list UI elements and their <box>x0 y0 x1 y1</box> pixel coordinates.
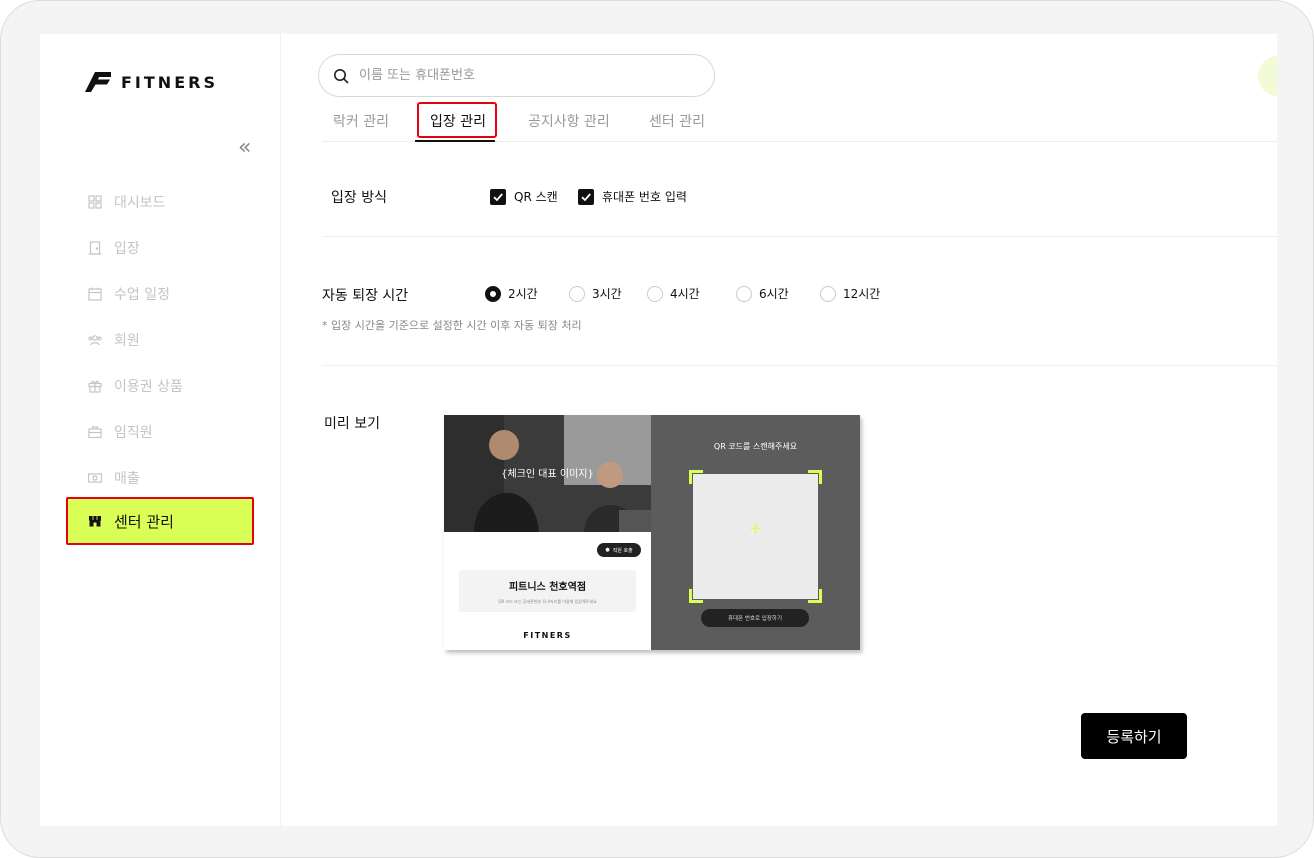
store-icon <box>89 516 101 527</box>
radio-unselected-icon <box>820 285 836 302</box>
sidebar-item-label: 수업 일정 <box>114 287 170 303</box>
phone-number-checkbox[interactable]: 휴대폰 번호 입력 <box>578 188 687 205</box>
radio-unselected-icon <box>647 285 663 302</box>
frame-corner <box>808 470 822 484</box>
sidebar-item-membership-products[interactable]: 이용권 상품 <box>88 376 183 396</box>
device-frame: FITNERS « 대시보드 입장 수업 일정 회원 이용권 상품 임직원 매출… <box>0 0 1314 858</box>
app-screen: FITNERS « 대시보드 입장 수업 일정 회원 이용권 상품 임직원 매출… <box>40 34 1277 826</box>
bell-icon: ● <box>605 547 610 553</box>
sidebar-item-label: 매출 <box>114 471 140 487</box>
fitners-logo-icon <box>85 72 111 92</box>
center-instruction: QR 코드 또는 휴대폰번호 뒤 4자리를 이용해 입장해주세요 <box>498 599 597 604</box>
preview-right-panel: QR 코드를 스캔해주세요 + 휴대폰 번호로 입장하기 <box>651 415 860 650</box>
crosshair-icon: + <box>747 518 764 539</box>
frame-corner <box>689 589 703 603</box>
briefcase-icon <box>88 426 102 439</box>
checkbox-label: QR 스캔 <box>514 190 558 204</box>
center-info-card: 피트니스 천호역점 QR 코드 또는 휴대폰번호 뒤 4자리를 이용해 입장해주… <box>459 570 636 612</box>
tab-label: 센터 관리 <box>649 114 705 130</box>
members-icon <box>88 335 102 346</box>
dashboard-icon <box>88 195 102 209</box>
money-icon <box>88 473 102 483</box>
frame-corner <box>689 470 703 484</box>
preview-photo-label: {체크인 대표 이미지} <box>501 469 594 480</box>
preview-photo: {체크인 대표 이미지} <box>444 415 651 532</box>
radio-label: 6시간 <box>759 287 789 301</box>
tab-label: 공지사항 관리 <box>528 114 610 130</box>
user-avatar[interactable] <box>1258 56 1277 96</box>
sidebar-item-label: 임직원 <box>114 425 153 441</box>
tab-notice-management[interactable]: 공지사항 관리 <box>528 100 610 142</box>
qr-scan-frame: + <box>689 470 822 603</box>
radio-selected-icon <box>485 285 501 302</box>
door-icon <box>88 241 102 255</box>
radio-4-hours[interactable]: 4시간 <box>647 285 700 302</box>
sidebar-item-staff[interactable]: 임직원 <box>88 422 153 442</box>
radio-label: 4시간 <box>670 287 700 301</box>
auto-exit-note: * 입장 시간을 기준으로 설정한 시간 이후 자동 퇴장 처리 <box>322 319 582 332</box>
radio-unselected-icon <box>569 285 585 302</box>
tab-active-underline <box>415 140 495 142</box>
sidebar: FITNERS « 대시보드 입장 수업 일정 회원 이용권 상품 임직원 매출… <box>40 34 281 826</box>
section-divider <box>322 365 1277 366</box>
tab-bar: 락커 관리 입장 관리 공지사항 관리 센터 관리 <box>322 100 1277 142</box>
collapse-sidebar-icon[interactable]: « <box>238 137 251 159</box>
search-bar[interactable] <box>318 54 715 97</box>
search-icon <box>334 68 349 84</box>
entry-method-label: 입장 방식 <box>331 190 387 206</box>
calendar-icon <box>88 287 102 301</box>
frame-corner <box>808 589 822 603</box>
sidebar-item-sales[interactable]: 매출 <box>88 468 140 488</box>
preview-left-panel: {체크인 대표 이미지} ● 직원 호출 피트니스 천호역점 QR 코드 또는 … <box>444 415 651 650</box>
center-name: 피트니스 천호역점 <box>508 582 587 593</box>
sidebar-item-label: 이용권 상품 <box>114 379 183 395</box>
preview-label: 미리 보기 <box>324 416 380 432</box>
sidebar-item-label: 대시보드 <box>114 195 166 211</box>
sidebar-item-label: 센터 관리 <box>114 512 174 531</box>
auto-exit-label: 자동 퇴장 시간 <box>322 288 409 304</box>
sidebar-item-class-schedule[interactable]: 수업 일정 <box>88 284 170 304</box>
radio-2-hours[interactable]: 2시간 <box>485 285 538 302</box>
radio-label: 2시간 <box>508 287 538 301</box>
qr-scan-title: QR 코드를 스캔해주세요 <box>713 442 798 451</box>
preview-brand-logo: FITNERS <box>523 631 572 640</box>
section-divider <box>322 236 1277 237</box>
tab-center-management[interactable]: 센터 관리 <box>649 100 705 142</box>
sidebar-item-label: 입장 <box>114 241 140 257</box>
sidebar-item-entry[interactable]: 입장 <box>88 238 140 258</box>
sidebar-item-members[interactable]: 회원 <box>88 330 140 350</box>
gift-icon <box>88 380 102 393</box>
checkbox-checked-icon <box>490 188 506 205</box>
register-button[interactable]: 등록하기 <box>1081 713 1187 759</box>
sidebar-item-center-management[interactable]: 센터 관리 <box>66 497 254 545</box>
radio-unselected-icon <box>736 285 752 302</box>
checkin-preview: {체크인 대표 이미지} ● 직원 호출 피트니스 천호역점 QR 코드 또는 … <box>444 415 860 650</box>
radio-6-hours[interactable]: 6시간 <box>736 285 789 302</box>
tab-highlight-box <box>417 102 497 138</box>
search-input[interactable] <box>359 68 679 83</box>
qr-scan-checkbox[interactable]: QR 스캔 <box>490 188 558 205</box>
checkbox-label: 휴대폰 번호 입력 <box>602 190 687 204</box>
radio-label: 3시간 <box>592 287 622 301</box>
tab-label: 락커 관리 <box>333 114 389 130</box>
brand-name: FITNERS <box>121 72 218 92</box>
brand-logo[interactable]: FITNERS <box>85 72 218 92</box>
staff-call-label: 직원 호출 <box>612 547 633 554</box>
radio-3-hours[interactable]: 3시간 <box>569 285 622 302</box>
tab-locker-management[interactable]: 락커 관리 <box>333 100 389 142</box>
staff-call-button[interactable]: ● 직원 호출 <box>597 543 641 557</box>
radio-label: 12시간 <box>843 287 881 301</box>
sidebar-item-dashboard[interactable]: 대시보드 <box>88 192 166 212</box>
checkbox-checked-icon <box>578 188 594 205</box>
radio-12-hours[interactable]: 12시간 <box>820 285 880 302</box>
phone-entry-button[interactable]: 휴대폰 번호로 입장하기 <box>701 609 809 627</box>
sidebar-item-label: 회원 <box>114 333 140 349</box>
